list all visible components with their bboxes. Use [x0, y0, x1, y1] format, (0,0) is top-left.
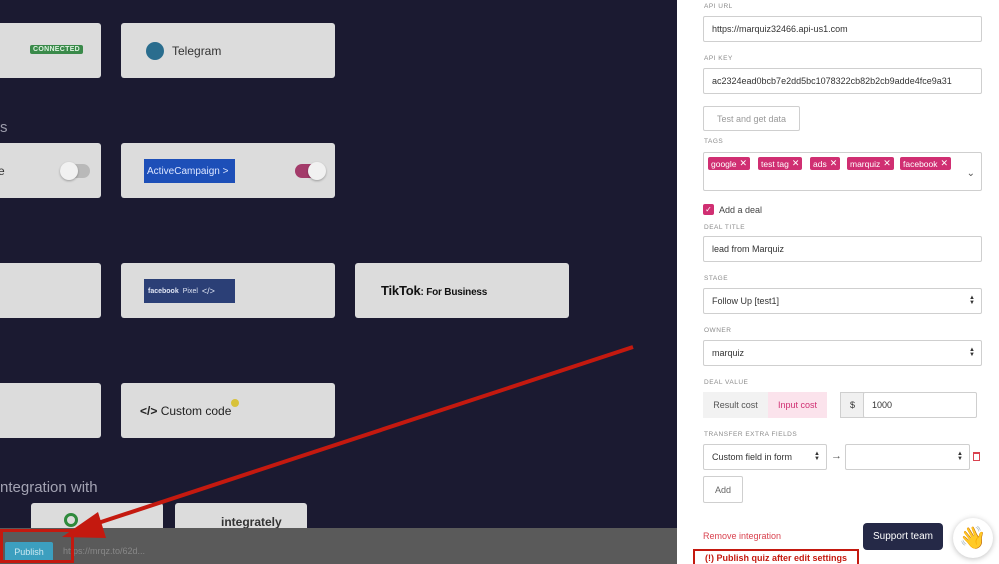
trash-icon[interactable]: [973, 452, 980, 461]
integration-with-heading: ntegration with: [0, 479, 98, 496]
publish-warning: (!) Publish quiz after edit settings: [693, 549, 859, 564]
annotation-highlight-box: [0, 529, 74, 563]
api-key-label: API KEY: [704, 55, 733, 62]
tiktok-sub: : For Business: [420, 287, 488, 298]
api-key-input[interactable]: ac2324ead0bcb7e2dd5bc1078322cb82b2cb9add…: [703, 68, 982, 94]
connected-badge: CONNECTED: [30, 45, 84, 54]
telegram-card[interactable]: Telegram: [121, 23, 335, 78]
custom-code-label: </> Custom code: [140, 404, 232, 418]
chevron-down-icon[interactable]: ⌄: [967, 168, 975, 179]
remove-tag-icon[interactable]: ✕: [941, 158, 949, 169]
quiz-url[interactable]: https://mrqz.to/62d...: [63, 546, 145, 556]
facebook-pixel-text: Pixel: [182, 287, 198, 295]
remove-tag-icon[interactable]: ✕: [883, 158, 891, 169]
wave-hand-icon[interactable]: 👋: [953, 518, 993, 558]
select-caret-icon: ▲ ▼: [814, 451, 820, 462]
tag-chip[interactable]: test tag ✕: [758, 157, 803, 170]
select-caret-icon: ▲ ▼: [957, 451, 963, 462]
add-field-button[interactable]: Add: [703, 476, 743, 503]
currency-prefix: $: [840, 392, 864, 418]
remove-integration-link[interactable]: Remove integration: [703, 531, 781, 541]
remove-tag-icon[interactable]: ✕: [792, 158, 800, 169]
telegram-label: Telegram: [172, 44, 222, 58]
arrow-right-icon: →: [831, 450, 842, 462]
activecampaign-toggle[interactable]: [295, 162, 326, 180]
custom-field-select[interactable]: Custom field in form ▲ ▼: [703, 444, 827, 470]
annotation-arrow: [62, 345, 634, 538]
integration-card-row4[interactable]: [0, 383, 101, 438]
integration-toggle[interactable]: [60, 162, 90, 180]
code-brackets-icon: </>: [140, 404, 158, 418]
owner-label: OWNER: [704, 327, 732, 334]
api-url-input[interactable]: https://marquiz32466.api-us1.com: [703, 16, 982, 42]
stage-label: STAGE: [704, 275, 729, 282]
support-team-button[interactable]: Support team: [863, 523, 943, 550]
integration-card-row3[interactable]: [0, 263, 101, 318]
integration-label-partial: e: [0, 164, 5, 178]
test-and-get-data-button[interactable]: Test and get data: [703, 106, 800, 131]
integration-settings-panel: API URL https://marquiz32466.api-us1.com…: [677, 0, 999, 564]
remove-tag-icon[interactable]: ✕: [830, 158, 838, 169]
tags-label: TAGS: [704, 138, 724, 145]
tag-chip[interactable]: marquiz ✕: [847, 157, 894, 170]
logo-partial-icon: [64, 513, 78, 527]
deal-title-label: DEAL TITLE: [704, 224, 746, 231]
input-cost-option[interactable]: Input cost: [768, 392, 827, 418]
integrations-overlay-area: CONNECTED Telegram s e ActiveCampaign > …: [0, 0, 677, 564]
deal-amount-input[interactable]: 1000: [863, 392, 977, 418]
select-caret-icon: ▲ ▼: [969, 295, 975, 306]
activecampaign-logo: ActiveCampaign >: [144, 159, 235, 183]
telegram-icon: [146, 42, 164, 60]
connected-integration-card[interactable]: CONNECTED: [0, 23, 101, 78]
facebook-pixel-logo: facebook Pixel </>: [144, 279, 235, 303]
add-deal-checkbox[interactable]: ✓: [703, 204, 714, 215]
select-caret-icon: ▲ ▼: [969, 347, 975, 358]
deal-value-label: DEAL VALUE: [704, 379, 749, 386]
integrately-logo: integrately: [221, 515, 282, 529]
facebook-text: facebook: [148, 287, 179, 295]
deal-title-input[interactable]: lead from Marquiz: [703, 236, 982, 262]
integration-card-partial[interactable]: e: [0, 143, 101, 198]
stage-select[interactable]: Follow Up [test1] ▲ ▼: [703, 288, 982, 314]
target-field-select[interactable]: ▲ ▼: [845, 444, 970, 470]
activecampaign-card[interactable]: ActiveCampaign >: [121, 143, 335, 198]
badge-icon: [231, 399, 239, 407]
add-deal-label: Add a deal: [719, 205, 763, 215]
tiktok-card[interactable]: TikTok: For Business: [355, 263, 569, 318]
code-icon: </>: [201, 286, 215, 296]
tags-input[interactable]: google ✕ test tag ✕ ads ✕ marquiz ✕ facebook…: [703, 152, 982, 191]
api-url-label: API URL: [704, 3, 733, 10]
transfer-extra-fields-label: TRANSFER EXTRA FIELDS: [704, 431, 798, 438]
result-cost-option[interactable]: Result cost: [703, 392, 768, 418]
section-heading-partial: s: [0, 119, 8, 136]
tiktok-logo: TikTok: For Business: [381, 283, 487, 298]
tag-chip[interactable]: facebook ✕: [900, 157, 952, 170]
owner-select[interactable]: marquiz ▲ ▼: [703, 340, 982, 366]
tag-chip[interactable]: ads ✕: [810, 157, 841, 170]
tiktok-main: TikTok: [381, 283, 421, 298]
facebook-pixel-card[interactable]: facebook Pixel </>: [121, 263, 335, 318]
custom-code-card[interactable]: </> Custom code: [121, 383, 335, 438]
remove-tag-icon[interactable]: ✕: [740, 158, 748, 169]
tag-chip[interactable]: google ✕: [708, 157, 751, 170]
